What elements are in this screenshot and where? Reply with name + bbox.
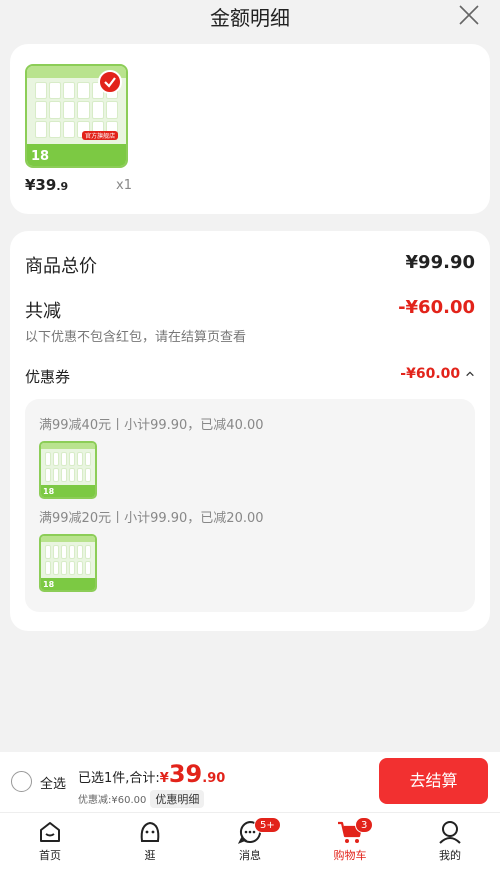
product-count-label: 18 <box>31 149 50 164</box>
coupon-line-2: 满99减20元丨小计99.90，已减20.00 <box>39 511 264 526</box>
reduce-label: 共减 <box>25 301 61 322</box>
total-summary: 已选1件,合计:¥39.90 <box>78 760 226 788</box>
close-icon[interactable] <box>458 4 480 26</box>
header: 金额明细 <box>0 0 500 34</box>
tab-profile[interactable]: 我的 <box>420 819 480 863</box>
chevron-up-icon <box>466 371 474 377</box>
total-price: ¥39.90 <box>159 760 226 788</box>
explore-face-icon <box>140 821 160 842</box>
total-row: 商品总价 ¥99.90 <box>25 252 475 278</box>
coupon-product-thumbnail-2: 18 <box>39 534 97 592</box>
reduce-value: -¥60.00 <box>398 297 475 318</box>
reduce-note: 以下优惠不包含红包，请在结算页查看 <box>25 330 247 345</box>
product-thumbnail[interactable]: 官方旗舰店 18 <box>25 64 128 168</box>
total-value: ¥99.90 <box>405 252 475 273</box>
coupon-label: 优惠券 <box>25 368 71 386</box>
page-title: 金额明细 <box>210 6 290 30</box>
coupon-value: -¥60.00 <box>400 366 475 382</box>
total-label: 商品总价 <box>25 256 97 277</box>
product-card: 官方旗舰店 18 ¥39.9 x1 <box>10 44 490 214</box>
checkout-button[interactable]: 去结算 <box>379 758 488 804</box>
selected-check-icon[interactable] <box>98 70 122 94</box>
coupon-detail-box: 满99减40元丨小计99.90，已减40.00 18 满99减20元丨小计99.… <box>25 399 475 612</box>
select-all-radio[interactable] <box>11 771 32 792</box>
product-price: ¥39.9 <box>25 176 69 194</box>
bottom-tab-bar: 首页 逛 消息 5+ 购物车 3 我的 <box>0 812 500 892</box>
profile-icon <box>439 821 461 844</box>
store-tag: 官方旗舰店 <box>82 131 119 140</box>
messages-badge: 5+ <box>254 817 281 833</box>
reduce-row: 共减 -¥60.00 <box>25 297 475 323</box>
select-all-label[interactable]: 全选 <box>40 773 66 792</box>
home-icon <box>40 822 60 842</box>
tab-cart[interactable]: 购物车 3 <box>320 817 380 863</box>
coupon-line-1: 满99减40元丨小计99.90，已减40.00 <box>39 418 264 433</box>
discount-summary: 优惠减:¥60.00 优惠明细 <box>78 790 205 808</box>
coupon-product-thumbnail-1: 18 <box>39 441 97 499</box>
tab-explore[interactable]: 逛 <box>120 819 180 863</box>
cart-badge: 3 <box>355 817 374 833</box>
tab-home[interactable]: 首页 <box>20 819 80 863</box>
checkout-bar: 全选 已选1件,合计:¥39.90 优惠减:¥60.00 优惠明细 去结算 <box>0 752 500 812</box>
coupon-row[interactable]: 优惠券 -¥60.00 <box>25 366 475 387</box>
tab-messages[interactable]: 消息 5+ <box>220 817 281 863</box>
discount-detail-button[interactable]: 优惠明细 <box>150 790 205 808</box>
summary-card: 商品总价 ¥99.90 共减 -¥60.00 以下优惠不包含红包，请在结算页查看… <box>10 231 490 631</box>
product-quantity: x1 <box>116 178 132 193</box>
